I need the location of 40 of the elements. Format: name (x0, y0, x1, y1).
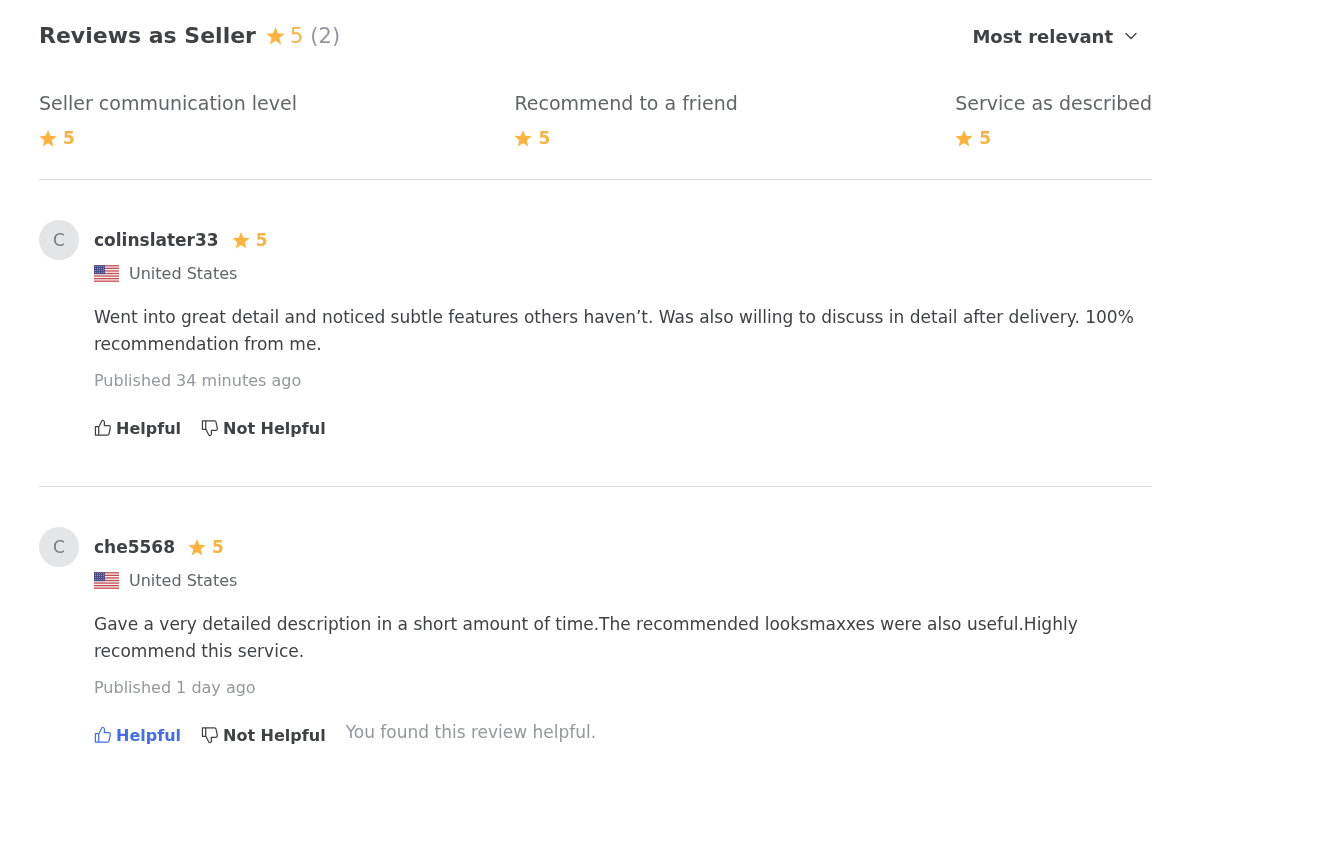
review-text: Gave a very detailed description in a short amount of time.The recommended looksmaxxes were also useful.Highly recommend this service. (94, 613, 1079, 663)
rating-value: 5 (289, 25, 304, 47)
section-title: Reviews as Seller (39, 22, 256, 50)
not-helpful-button[interactable]: Not Helpful (201, 414, 326, 442)
star-icon (39, 129, 57, 147)
published-time: Published 34 minutes ago (94, 370, 303, 392)
us-flag-icon (94, 571, 119, 589)
rating-value: 5 (212, 536, 224, 558)
thumbs-down-icon (201, 726, 219, 744)
country-name: United States (129, 263, 238, 283)
review-count: (2) (310, 24, 341, 48)
avatar: C (39, 220, 79, 260)
rating-value: 5 (63, 127, 75, 149)
star-icon (955, 129, 974, 147)
star-icon (514, 129, 533, 147)
sort-dropdown[interactable]: Most relevant (972, 25, 1137, 47)
helpful-button[interactable]: Helpful (94, 721, 181, 749)
username: colinslater33 (94, 230, 219, 250)
rating-value: 5 (538, 127, 551, 149)
star-icon (188, 538, 207, 556)
thumbs-up-icon (94, 726, 112, 744)
not-helpful-button[interactable]: Not Helpful (201, 721, 326, 749)
rating-value: 5 (255, 229, 268, 251)
published-time: Published 1 day ago (94, 677, 257, 699)
us-flag-icon (94, 264, 119, 282)
thumbs-down-icon (201, 419, 219, 437)
feedback-message: You found this review helpful. (345, 722, 597, 742)
username: che5568 (94, 537, 176, 557)
avatar: C (39, 527, 79, 567)
star-icon (265, 27, 285, 45)
thumbs-up-icon (94, 419, 112, 437)
category-label: Recommend to a friend (514, 91, 738, 115)
review-text: Went into great detail and noticed subtle features others haven’t. Was also willing to discuss in detail after delivery. 100% recommendation from me. (94, 306, 1134, 356)
helpful-button[interactable]: Helpful (94, 414, 181, 442)
rating-value: 5 (979, 127, 991, 149)
category-label: Seller communication level (39, 91, 297, 115)
country-name: United States (129, 570, 238, 590)
chevron-down-icon (1125, 32, 1137, 40)
category-label: Service as described (955, 91, 1152, 115)
star-icon (231, 231, 250, 249)
